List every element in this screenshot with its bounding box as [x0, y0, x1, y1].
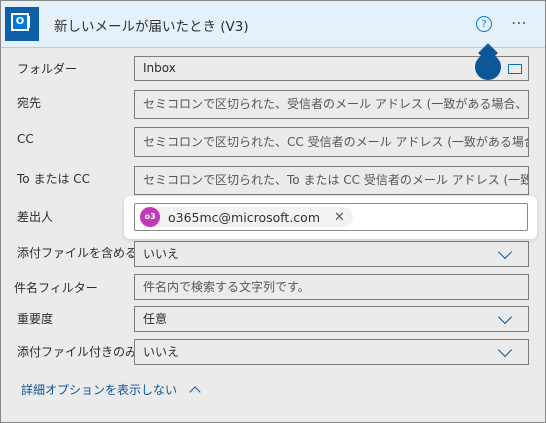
- chevron-up-icon: [189, 386, 201, 398]
- to-or-cc-field[interactable]: セミコロンで区切られた、To または CC 受信者のメール アドレス (一致があ…: [134, 166, 529, 195]
- cc-field[interactable]: セミコロンで区切られた、CC 受信者のメール アドレス (一致がある場合、トリガ…: [134, 127, 529, 157]
- only-with-attachments-label: 添付ファイル付きのみ: [17, 345, 138, 359]
- advanced-options-toggle[interactable]: 詳細オプションを表示しない: [21, 381, 201, 398]
- more-options-icon[interactable]: ⋯: [511, 13, 528, 32]
- subject-filter-label: 件名フィルター: [14, 281, 98, 295]
- subject-filter-field[interactable]: 件名内で検索する文字列です。: [134, 274, 529, 300]
- cc-label: CC: [17, 132, 34, 146]
- token-email: o365mc@microsoft.com: [168, 209, 321, 225]
- chevron-down-icon[interactable]: [497, 342, 513, 358]
- outlook-icon: O: [5, 7, 39, 41]
- only-with-attachments-value: いいえ: [143, 345, 180, 359]
- folder-picker-icon[interactable]: [508, 64, 522, 74]
- importance-value: 任意: [143, 312, 168, 326]
- to-or-cc-label: To または CC: [17, 172, 91, 186]
- cursor-pointer: [475, 54, 501, 80]
- remove-token-icon[interactable]: ✕: [334, 210, 345, 225]
- card-header[interactable]: O 新しいメールが届いたとき (V3) ? ⋯: [1, 1, 545, 48]
- folder-field[interactable]: Inbox: [134, 56, 529, 81]
- email-token[interactable]: o3 o365mc@microsoft.com ✕: [140, 207, 353, 227]
- from-label: 差出人: [17, 210, 54, 224]
- chevron-down-icon[interactable]: [497, 309, 513, 325]
- to-field[interactable]: セミコロンで区切られた、受信者のメール アドレス (一致がある場合、トリガーが起…: [134, 90, 529, 119]
- from-field-focus: o3 o365mc@microsoft.com ✕: [124, 196, 537, 239]
- include-attachments-label: 添付ファイルを含める: [17, 246, 138, 260]
- from-field[interactable]: o3 o365mc@microsoft.com ✕: [134, 203, 528, 231]
- only-with-attachments-dropdown[interactable]: いいえ: [134, 339, 529, 365]
- avatar: o3: [140, 207, 160, 227]
- chevron-down-icon[interactable]: [497, 244, 513, 260]
- advanced-options-label: 詳細オプションを表示しない: [21, 383, 178, 397]
- include-attachments-dropdown[interactable]: いいえ: [134, 241, 529, 267]
- folder-value: Inbox: [143, 61, 176, 75]
- trigger-card: O 新しいメールが届いたとき (V3) ? ⋯ フォルダー Inbox 宛先 セ…: [0, 0, 546, 423]
- include-attachments-value: いいえ: [143, 247, 180, 261]
- importance-dropdown[interactable]: 任意: [134, 306, 529, 332]
- folder-label: フォルダー: [17, 62, 78, 76]
- help-icon[interactable]: ?: [476, 16, 492, 32]
- card-title: 新しいメールが届いたとき (V3): [54, 19, 249, 35]
- importance-label: 重要度: [17, 312, 54, 326]
- to-label: 宛先: [17, 96, 42, 110]
